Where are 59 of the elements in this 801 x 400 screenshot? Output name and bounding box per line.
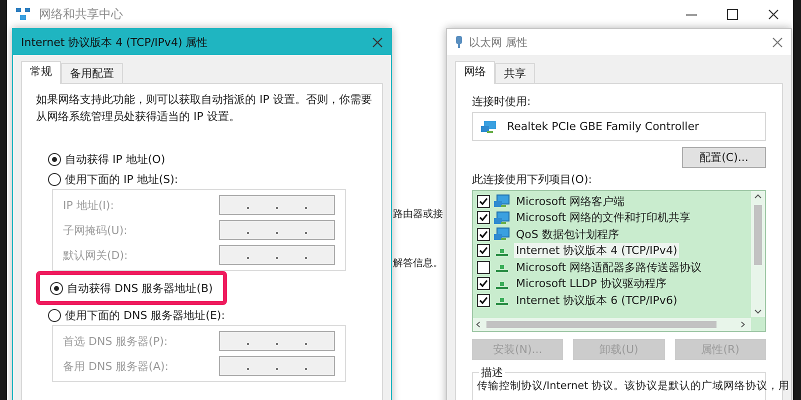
tab[interactable]: 常规 <box>21 61 61 84</box>
ip-address-field[interactable] <box>219 195 335 215</box>
close-icon[interactable] <box>768 8 779 20</box>
ip-address-field[interactable] <box>219 356 335 376</box>
checkbox[interactable] <box>477 228 490 241</box>
radio-button[interactable] <box>48 172 61 186</box>
tab[interactable]: 共享 <box>495 63 535 84</box>
field-label: IP 地址(I): <box>63 198 114 212</box>
checkbox[interactable] <box>477 244 490 258</box>
ip-address-field[interactable] <box>219 220 335 240</box>
checkbox[interactable] <box>477 277 490 290</box>
ip-address-field[interactable] <box>219 245 335 265</box>
list-item[interactable]: QoS 数据包计划程序 <box>514 226 621 242</box>
body-text: 解答信息。 <box>393 256 443 270</box>
network-adapter-icon <box>481 120 497 134</box>
section-label: 连接时使用: <box>472 94 532 109</box>
window-title: 网络和共享中心 <box>39 6 123 22</box>
monitor-icon <box>494 227 510 242</box>
list-item[interactable]: Internet 协议版本 6 (TCP/IPv6) <box>514 292 680 308</box>
radio-option[interactable]: 使用下面的 IP 地址(S): <box>48 169 178 189</box>
dialog-title: Internet 协议版本 4 (TCP/IPv4) 属性 <box>21 34 209 50</box>
monitor-icon <box>494 194 510 208</box>
list-item[interactable]: Internet 协议版本 4 (TCP/IPv4) <box>514 243 680 258</box>
maximize-icon[interactable] <box>727 8 738 20</box>
intro-text: 如果网络支持此功能，则可以获取自动指派的 IP 设置。否则，你需要从网络系统管理员处获得适当的 IP 设置。 <box>36 92 372 125</box>
body-text: 路由器或接 <box>393 208 443 221</box>
plug-icon <box>455 35 463 49</box>
field-label: 默认网关(D): <box>63 248 128 262</box>
adapter-name: Realtek PCIe GBE Family Controller <box>507 120 700 133</box>
dialog-title: 以太网 属性 <box>469 34 528 50</box>
field-label: 备用 DNS 服务器(A): <box>63 358 168 374</box>
radio-option[interactable]: 自动获得 IP 地址(O) <box>48 149 166 169</box>
checkbox[interactable] <box>477 194 490 208</box>
section-label: 此连接使用下列项目(O): <box>472 172 593 187</box>
radio-button[interactable] <box>48 308 61 322</box>
radio-button[interactable] <box>48 152 61 166</box>
monitor-icon <box>494 210 510 225</box>
list-item[interactable]: Microsoft LLDP 协议驱动程序 <box>514 276 668 292</box>
checkbox[interactable] <box>477 211 490 224</box>
group-title: 描述 <box>479 365 505 380</box>
configure-button[interactable]: 配置(C)... <box>682 147 766 168</box>
close-icon[interactable] <box>372 36 383 48</box>
checkbox[interactable] <box>477 260 490 274</box>
list-item[interactable]: Microsoft 网络客户端 <box>514 194 627 209</box>
horizontal-scrollbar[interactable] <box>473 318 751 331</box>
radio-option[interactable]: 自动获得 DNS 服务器地址(B) <box>50 278 213 298</box>
list-item[interactable]: Microsoft 网络适配器多路传送器协议 <box>514 260 704 275</box>
ip-address-field[interactable] <box>219 331 335 351</box>
tab[interactable]: 网络 <box>455 61 495 84</box>
network-icon <box>15 7 31 21</box>
radio-button[interactable] <box>50 282 63 294</box>
tab[interactable]: 备用配置 <box>61 63 123 84</box>
field-label: 子网掩码(U): <box>63 222 128 238</box>
description-text: 传输控制协议/Internet 协议。该协议是默认的广域网络协议，用 <box>477 380 790 392</box>
field-label: 首选 DNS 服务器(P): <box>63 334 168 348</box>
checkbox[interactable] <box>477 294 490 307</box>
radio-option[interactable]: 使用下面的 DNS 服务器地址(E): <box>48 305 225 325</box>
list-item[interactable]: Microsoft 网络的文件和打印机共享 <box>514 210 693 226</box>
vertical-scrollbar[interactable] <box>751 191 765 317</box>
